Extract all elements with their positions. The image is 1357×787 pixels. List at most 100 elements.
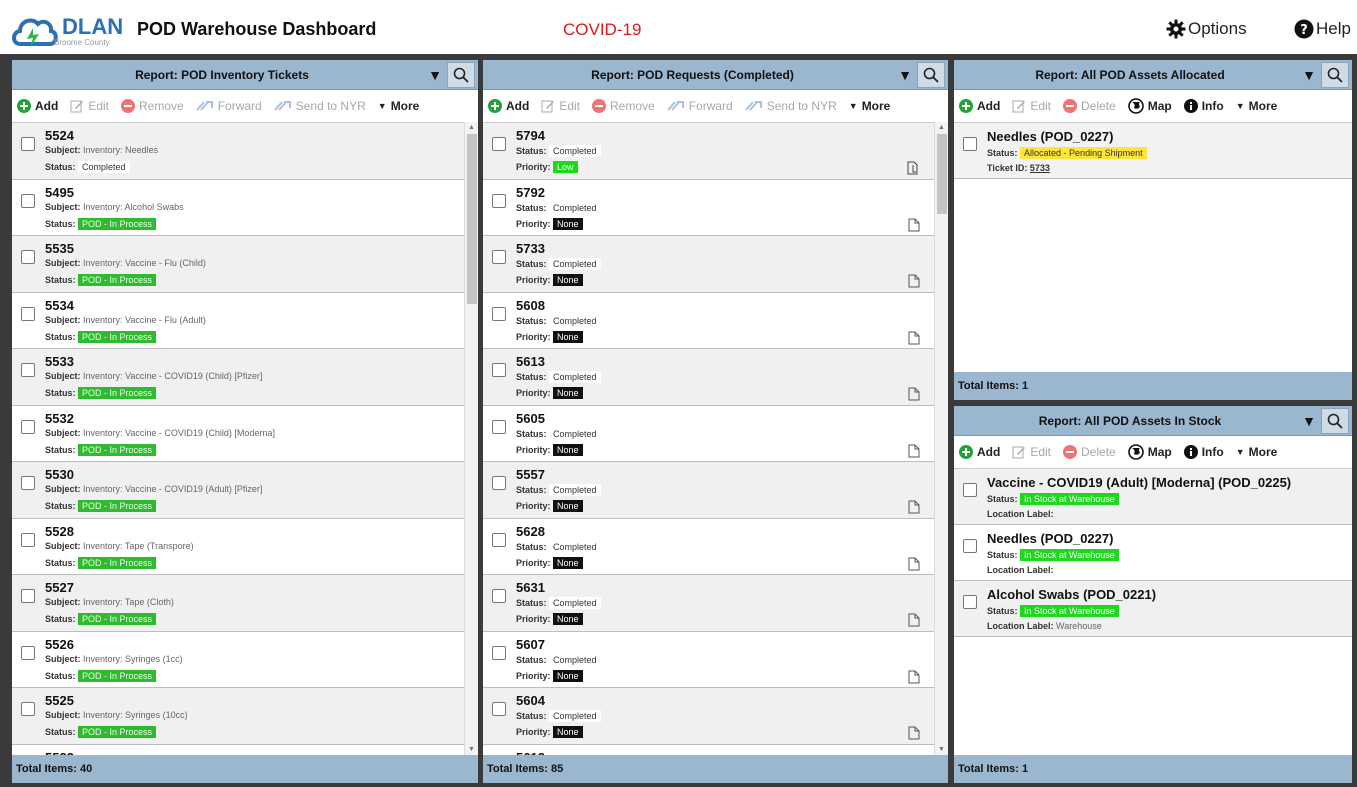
more-button[interactable]: ▼ More [378, 99, 420, 113]
list-item[interactable]: 5523 [12, 744, 464, 755]
request-id[interactable]: 5605 [516, 411, 545, 426]
forward-button[interactable]: Forward [195, 99, 262, 113]
scroll-down-icon[interactable]: ▼ [468, 746, 475, 753]
ticket-id[interactable]: 5532 [45, 411, 74, 426]
item-checkbox[interactable] [963, 137, 977, 151]
asset-name[interactable]: Needles (POD_0227) [987, 129, 1113, 144]
document-icon[interactable] [908, 670, 920, 687]
edit-button[interactable]: Edit [1012, 99, 1051, 113]
help-button[interactable]: ? Help [1294, 19, 1351, 39]
list-item[interactable]: 5607 Status: Completed Priority: None [483, 631, 934, 688]
asset-item[interactable]: Needles (POD_0227) Status: Allocated - Pe… [954, 123, 1352, 179]
list-item[interactable]: 5534 Subject: Inventory: Vaccine - Flu (A… [12, 292, 464, 349]
list-item[interactable]: 5604 Status: Completed Priority: None [483, 688, 934, 745]
item-checkbox[interactable] [492, 363, 506, 377]
edit-button[interactable]: Edit [70, 99, 109, 113]
list-item[interactable]: 5495 Subject: Inventory: Alcohol Swabs Sta… [12, 179, 464, 236]
request-id[interactable]: 5604 [516, 693, 545, 708]
scrollbar[interactable]: ▲ ▼ [464, 122, 478, 755]
report-dropdown-icon[interactable]: ▼ [898, 67, 912, 83]
map-button[interactable]: Map [1127, 444, 1172, 460]
list-item[interactable]: 5605 Status: Completed Priority: None [483, 405, 934, 462]
list-item[interactable]: 5613 Status: Completed Priority: None [483, 349, 934, 406]
send-to-nyr-button[interactable]: Send to NYR [744, 99, 837, 113]
request-id[interactable]: 5608 [516, 298, 545, 313]
search-button[interactable] [1321, 408, 1349, 434]
add-button[interactable]: Add [488, 99, 529, 113]
list-item[interactable]: 5557 Status: Completed Priority: None [483, 462, 934, 519]
list-item[interactable]: 5794 Status: Completed Priority: Low [483, 123, 934, 180]
options-button[interactable]: Options [1166, 19, 1247, 39]
report-title[interactable]: Report: POD Inventory Tickets [12, 68, 432, 82]
item-checkbox[interactable] [492, 532, 506, 547]
list-item[interactable]: 5528 Subject: Inventory: Tape (Transpore)… [12, 518, 464, 575]
item-checkbox[interactable] [492, 193, 506, 208]
report-dropdown-icon[interactable]: ▼ [1302, 67, 1316, 83]
request-id[interactable]: 5628 [516, 524, 545, 539]
document-icon[interactable] [908, 726, 920, 743]
scroll-up-icon[interactable]: ▲ [468, 124, 475, 131]
item-checkbox[interactable] [21, 306, 35, 321]
info-button[interactable]: Info [1183, 99, 1224, 113]
document-icon[interactable] [908, 274, 920, 291]
item-checkbox[interactable] [21, 193, 35, 208]
report-dropdown-icon[interactable]: ▼ [428, 67, 442, 83]
scroll-thumb[interactable] [467, 134, 477, 304]
list-item[interactable]: 5527 Subject: Inventory: Tape (Cloth) Stat… [12, 575, 464, 632]
delete-button[interactable]: Delete [1063, 445, 1116, 459]
ticket-id[interactable]: 5495 [45, 185, 74, 200]
remove-button[interactable]: Remove [121, 99, 184, 113]
item-checkbox[interactable] [492, 589, 506, 603]
request-id[interactable]: 5557 [516, 467, 545, 482]
scroll-down-icon[interactable]: ▼ [938, 746, 945, 753]
list-item[interactable]: 5792 Status: Completed Priority: None [483, 179, 934, 236]
document-icon[interactable] [908, 331, 920, 348]
list-item[interactable]: 5532 Subject: Inventory: Vaccine - COVID1… [12, 405, 464, 462]
list-item[interactable]: 5526 Subject: Inventory: Syringes (1cc) St… [12, 631, 464, 688]
item-checkbox[interactable] [21, 137, 35, 151]
asset-item[interactable]: Needles (POD_0227) Status: In Stock at Wa… [954, 525, 1352, 581]
item-checkbox[interactable] [21, 532, 35, 547]
list-item[interactable]: 5530 Subject: Inventory: Vaccine - COVID1… [12, 462, 464, 519]
ticket-id[interactable]: 5528 [45, 524, 74, 539]
request-id[interactable]: 5607 [516, 637, 545, 652]
item-checkbox[interactable] [21, 702, 35, 716]
request-id[interactable]: 5733 [516, 241, 545, 256]
list-item[interactable]: 5533 Subject: Inventory: Vaccine - COVID1… [12, 349, 464, 406]
item-checkbox[interactable] [21, 589, 35, 603]
ticket-id[interactable]: 5533 [45, 354, 74, 369]
item-checkbox[interactable] [492, 419, 506, 434]
list-item[interactable]: 5631 Status: Completed Priority: None [483, 575, 934, 632]
list-item[interactable]: 5628 Status: Completed Priority: None [483, 518, 934, 575]
ticket-id[interactable]: 5525 [45, 693, 74, 708]
report-title[interactable]: Report: POD Requests (Completed) [483, 68, 902, 82]
request-id[interactable]: 5613 [516, 354, 545, 369]
item-checkbox[interactable] [492, 476, 506, 490]
info-button[interactable]: Info [1183, 445, 1224, 459]
scrollbar[interactable]: ▲ ▼ [934, 122, 948, 755]
scroll-up-icon[interactable]: ▲ [938, 124, 945, 131]
item-checkbox[interactable] [21, 419, 35, 434]
report-title[interactable]: Report: All POD Assets Allocated [954, 68, 1306, 82]
item-checkbox[interactable] [21, 645, 35, 660]
request-id[interactable]: 5792 [516, 185, 545, 200]
delete-button[interactable]: Delete [1063, 99, 1116, 113]
ticket-id[interactable]: 5524 [45, 128, 74, 143]
forward-button[interactable]: Forward [666, 99, 733, 113]
map-button[interactable]: Map [1127, 98, 1172, 114]
asset-name[interactable]: Vaccine - COVID19 (Adult) [Moderna] (POD… [987, 475, 1291, 490]
item-checkbox[interactable] [963, 483, 977, 497]
ticket-id[interactable]: 5534 [45, 298, 74, 313]
document-icon[interactable] [908, 500, 920, 517]
search-button[interactable] [1321, 62, 1349, 88]
item-checkbox[interactable] [21, 476, 35, 490]
document-icon[interactable] [908, 613, 920, 630]
item-checkbox[interactable] [492, 702, 506, 716]
search-button[interactable] [917, 62, 945, 88]
asset-name[interactable]: Needles (POD_0227) [987, 531, 1113, 546]
list-item[interactable]: 5525 Subject: Inventory: Syringes (10cc) S… [12, 688, 464, 745]
item-checkbox[interactable] [492, 250, 506, 264]
send-to-nyr-button[interactable]: Send to NYR [273, 99, 366, 113]
edit-button[interactable]: Edit [1012, 445, 1051, 459]
report-dropdown-icon[interactable]: ▼ [1302, 413, 1316, 429]
